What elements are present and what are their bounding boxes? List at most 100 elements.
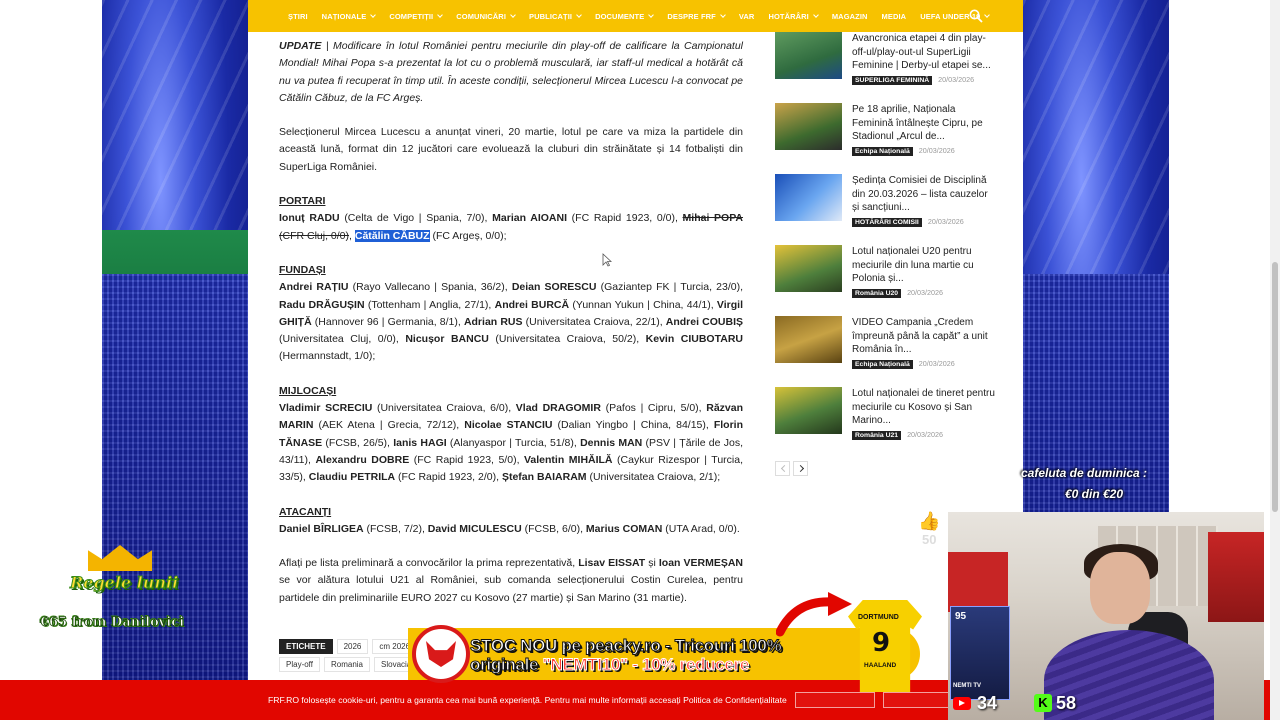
player-club: (Universitatea Craiova, 50/2), (488, 333, 646, 346)
player-club: (Hannover 96 | Germania, 8/1), (311, 315, 464, 328)
player-name: Claudiu PETRILA (308, 471, 396, 484)
fundasi-heading: FUNDAȘI (279, 263, 326, 276)
player-club: (Yunnan Yukun | China, 44/1), (569, 298, 717, 311)
news-item[interactable]: VIDEO Campania „Credem împreună până la … (775, 316, 995, 382)
player-club: (Universitatea Craiova, 2/1); (586, 471, 721, 484)
nav-item[interactable]: HOTĂRÂRI (768, 12, 819, 21)
nav-item[interactable]: COMUNICĂRI (456, 12, 516, 21)
chevron-down-icon (812, 12, 819, 18)
prev-page-button[interactable] (775, 461, 790, 476)
news-title[interactable]: Ședința Comisiei de Disciplină din 20.03… (852, 174, 995, 215)
news-date: 20/03/2026 (907, 288, 944, 297)
tag[interactable]: 2026 (336, 639, 369, 654)
news-thumbnail[interactable] (775, 174, 842, 221)
player-club: (Rayo Vallecano | Spania, 36/2), (348, 281, 512, 294)
player-club: (FC Rapid 1923, 5/0), (409, 453, 524, 466)
news-title[interactable]: VIDEO Campania „Credem împreună până la … (852, 316, 995, 357)
player-name: Dennis MAN (580, 436, 643, 449)
news-item[interactable]: Avancronica etapei 4 din play-off-ul/pla… (775, 32, 995, 98)
news-title[interactable]: Avancronica etapei 4 din play-off-ul/pla… (852, 32, 995, 73)
nav-item[interactable]: DESPRE FRF (667, 12, 726, 21)
player-name: Andrei RAȚIU (279, 281, 349, 294)
player-club: (Universitatea Craiova, 22/1), (522, 315, 666, 328)
tag[interactable]: Play-off (279, 657, 320, 672)
news-date: 20/03/2026 (927, 217, 964, 226)
player-club: (Universitatea Cluj, 0/0), (279, 333, 406, 346)
news-title[interactable]: Lotul naționalei de tineret pentru meciu… (852, 387, 995, 428)
player-name: Ștefan BAIARAM (501, 471, 587, 484)
nav-item[interactable]: MEDIA (882, 12, 907, 21)
news-item[interactable]: Ședința Comisiei de Disciplină din 20.03… (775, 174, 995, 240)
news-item[interactable]: Lotul naționalei de tineret pentru meciu… (775, 387, 995, 453)
player-club: (UTA Arad, 0/0). (662, 522, 740, 535)
news-meta: Echipa Națională 20/03/2026 (852, 146, 955, 156)
intro-paragraph: Selecționerul Mircea Lucescu a anunțat v… (279, 126, 743, 173)
news-date: 20/03/2026 (907, 430, 944, 439)
news-category[interactable]: Echipa Națională (852, 360, 913, 369)
nav-item[interactable]: MAGAZIN (832, 12, 868, 21)
nav-item[interactable]: ȘTIRI (288, 12, 308, 21)
player-club: (FCSB, 6/0), (521, 522, 586, 535)
nav-item[interactable]: PUBLICAȚII (529, 12, 582, 21)
news-thumbnail[interactable] (775, 316, 842, 363)
news-meta: HOTĂRÂRI COMISII 20/03/2026 (852, 217, 964, 227)
chevron-down-icon (510, 12, 516, 18)
news-item[interactable]: Lotul naționalei U20 pentru meciurile di… (775, 245, 995, 311)
chevron-down-icon (576, 12, 582, 18)
player-card: 95 NEMTI TV (950, 606, 1010, 700)
next-page-button[interactable] (793, 461, 808, 476)
news-thumbnail[interactable] (775, 245, 842, 292)
chevron-down-icon (984, 12, 991, 18)
news-title[interactable]: Lotul naționalei U20 pentru meciurile di… (852, 245, 995, 286)
article-body: UPDATE | Modificare în lotul României pe… (279, 38, 743, 624)
news-meta: România U20 20/03/2026 (852, 288, 944, 298)
news-thumbnail[interactable] (775, 32, 842, 79)
scrollbar-thumb[interactable] (1272, 262, 1278, 512)
news-category[interactable]: SUPERLIGA FEMININĂ (852, 76, 933, 85)
winner-amount: €65 from Danilovici (40, 615, 185, 631)
crown-icon (88, 545, 152, 571)
like-count: 50 (922, 532, 937, 547)
player-name: Ianis HAGI (393, 436, 447, 449)
update-paragraph: UPDATE | Modificare în lotul României pe… (279, 40, 743, 104)
mijlocasi-list: Vladimir SCRECIU (Universitatea Craiova,… (279, 400, 743, 486)
kick-viewers: 58 (1056, 693, 1077, 713)
nav-item[interactable]: NAȚIONALE (322, 12, 377, 21)
news-title[interactable]: Pe 18 aprilie, Naționala Feminină întâln… (852, 103, 995, 144)
player-name: Andrei COUBIȘ (665, 315, 743, 328)
news-thumbnail[interactable] (775, 387, 842, 434)
chevron-down-icon (437, 12, 444, 18)
sidebar-pagination (775, 461, 811, 479)
player-name: Andrei BURCĂ (494, 298, 570, 311)
tags: ETICHETE 2026 cm 2026 Play-off Romania Slova… (279, 639, 422, 672)
news-category[interactable]: Echipa Națională (852, 147, 913, 156)
atacanti-list: Daniel BÎRLIGEA (FCSB, 7/2), David MICUL… (279, 521, 743, 538)
mijlocasi-heading: MIJLOCAȘI (279, 384, 337, 397)
player-name: Nicolae STANCIU (464, 419, 553, 432)
nav-item[interactable]: VAR (739, 12, 755, 21)
nav-item[interactable]: COMPETIȚII (389, 12, 444, 21)
page-scrollbar[interactable] (1270, 0, 1280, 720)
player-club: (FCSB, 7/2), (363, 522, 428, 535)
cookie-accept-button[interactable] (794, 692, 875, 708)
top-navigation: ȘTIRI NAȚIONALE COMPETIȚII COMUNICĂRI PUBLIC… (248, 0, 1023, 32)
player-name: Alexandru DOBRE (315, 453, 410, 466)
tag[interactable]: Romania (323, 657, 370, 672)
selected-text[interactable]: Cătălin CĂBUZ (354, 229, 430, 242)
youtube-viewers: 34 (977, 693, 998, 713)
news-category[interactable]: HOTĂRÂRI COMISII (852, 218, 922, 227)
news-category[interactable]: România U21 (852, 431, 902, 440)
player-name: Daniel BÎRLIGEA (279, 522, 364, 535)
search-icon[interactable] (969, 9, 983, 23)
arrow-icon (776, 592, 852, 637)
news-thumbnail[interactable] (775, 103, 842, 150)
news-category[interactable]: România U20 (852, 289, 902, 298)
news-meta: Echipa Națională 20/03/2026 (852, 359, 955, 369)
chevron-down-icon (720, 12, 726, 18)
nav-item[interactable]: DOCUMENTE (595, 12, 655, 21)
player-club: (Alanyaspor | Turcia, 51/8), (446, 436, 581, 449)
fundasi-list: Andrei RAȚIU (Rayo Vallecano | Spania, 3… (279, 279, 743, 365)
top-donor-overlay: Regele lunii €65 from Danilovici (40, 545, 200, 635)
news-item[interactable]: Pe 18 aprilie, Naționala Feminină întâln… (775, 103, 995, 169)
cookie-text: FRF.RO folosește cookie-uri, pentru a ga… (268, 695, 787, 705)
